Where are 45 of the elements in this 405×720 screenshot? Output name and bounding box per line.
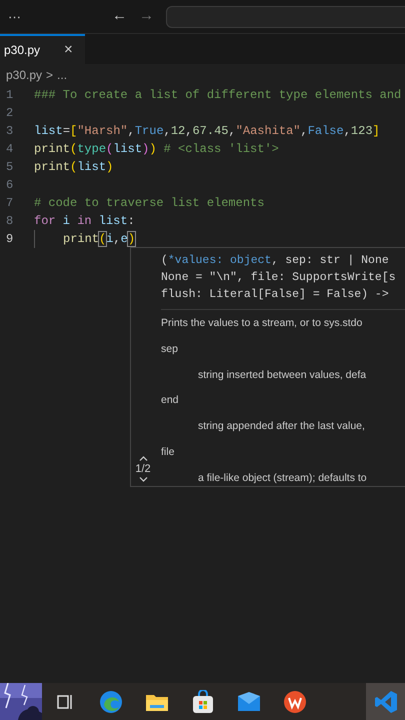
- param-description: string appended after the last value,: [198, 419, 365, 434]
- line-number: 4: [5, 141, 14, 158]
- tab-label: p30.py: [4, 42, 40, 59]
- editor-tab[interactable]: p30.py ×: [0, 34, 85, 64]
- breadcrumb-file[interactable]: p30.py: [6, 66, 42, 84]
- code-editor-icon[interactable]: [374, 690, 398, 714]
- code-line: print(list): [34, 159, 114, 176]
- line-number: 2: [5, 105, 14, 122]
- line-number: 8: [5, 213, 14, 230]
- breadcrumb-more[interactable]: ...: [57, 66, 68, 84]
- line-number: 7: [5, 195, 14, 212]
- forward-button[interactable]: →: [139, 5, 154, 28]
- code-line: print(type(list)) # <class 'list'>: [34, 141, 279, 158]
- param-description: string inserted between values, defa: [198, 368, 366, 382]
- chevron-down-icon[interactable]: [138, 477, 148, 482]
- task-view-icon[interactable]: [56, 692, 74, 710]
- signature-line: None = "\n", file: SupportsWrite[s: [161, 270, 396, 286]
- param-name: file: [161, 444, 174, 460]
- code-line: for i in list:: [34, 213, 135, 230]
- doc-summary: Prints the values to a stream, or to sys.stdo: [161, 316, 362, 331]
- param-description: a file-like object (stream); defaults to: [198, 470, 367, 486]
- code-line: list=["Harsh",True,12,67.45,"Aashita",False,123]: [34, 123, 380, 140]
- signature-line: (*values: object, sep: str | None: [161, 253, 389, 269]
- signature-line: flush: Literal[False] = False) ->: [161, 287, 389, 303]
- command-search-field[interactable]: [166, 6, 405, 28]
- page-indicator: 1/2: [135, 462, 151, 476]
- close-icon[interactable]: ×: [64, 38, 73, 62]
- line-number: 3: [5, 123, 14, 140]
- line-number: 9: [5, 231, 14, 248]
- mail-icon[interactable]: [237, 692, 261, 712]
- more-menu[interactable]: ···: [8, 6, 28, 26]
- code-line: print(i,e): [63, 231, 136, 248]
- line-number: 6: [5, 177, 14, 194]
- store-bag-icon[interactable]: [192, 690, 214, 714]
- param-name: sep: [161, 342, 178, 357]
- back-button[interactable]: ←: [112, 5, 127, 28]
- code-line: # code to traverse list elements: [34, 195, 264, 212]
- line-number: 1: [5, 87, 14, 104]
- breadcrumb-separator: >: [46, 67, 54, 84]
- param-name: end: [161, 393, 179, 408]
- chevron-up-icon[interactable]: [138, 456, 148, 460]
- code-line: ### To create a list of different type elements and: [34, 87, 402, 104]
- browser-icon[interactable]: [99, 690, 123, 714]
- line-number: 5: [5, 159, 14, 176]
- office-app-icon[interactable]: [283, 690, 307, 714]
